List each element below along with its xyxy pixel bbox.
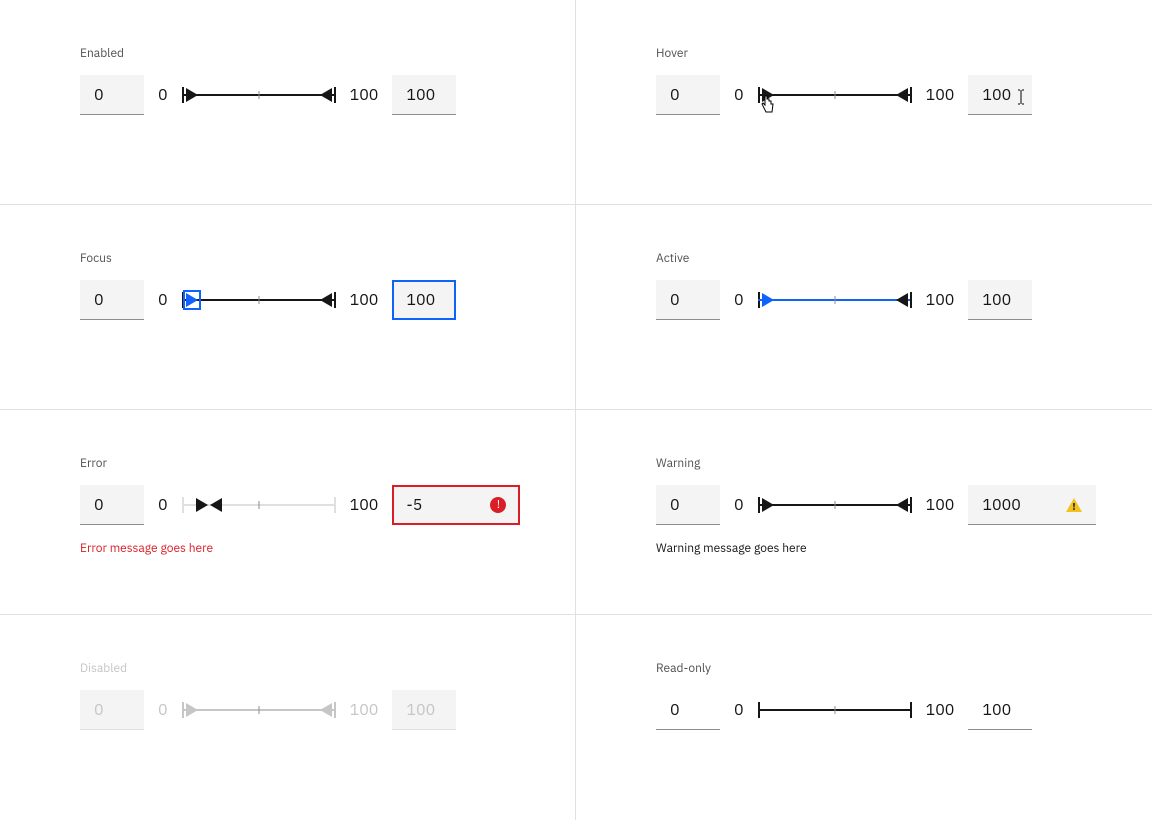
warning-icon (1066, 498, 1082, 512)
handle-upper[interactable] (320, 293, 332, 307)
track-stop-right (334, 87, 336, 103)
slider-track[interactable] (758, 83, 912, 107)
min-input[interactable]: 0 (656, 485, 720, 525)
track-stop-right (334, 292, 336, 308)
track-stop-right (910, 702, 912, 718)
handle-lower[interactable] (762, 88, 774, 102)
slider-row: 0 0 100 100 (80, 75, 575, 115)
state-enabled: Enabled 0 0 100 100 (0, 0, 576, 205)
state-error: Error 0 0 100 -5 ! Error message goes he… (0, 410, 576, 615)
slider-track[interactable] (182, 83, 336, 107)
text-cursor-icon (1016, 89, 1026, 109)
slider-row: 0 0 100 100 (80, 280, 575, 320)
slider-row: 0 0 100 100 (656, 280, 1152, 320)
min-input[interactable]: 0 (80, 75, 144, 115)
slider-row: 0 0 100 100 (80, 690, 575, 730)
min-scale-label: 0 (158, 290, 168, 310)
track-tick (258, 706, 259, 714)
min-input[interactable]: 0 (80, 485, 144, 525)
slider-row: 0 0 100 1000 (656, 485, 1152, 525)
state-label: Hover (656, 46, 1152, 61)
state-active: Active 0 0 100 100 (576, 205, 1152, 410)
track-tick (834, 501, 835, 509)
slider-track[interactable] (182, 493, 336, 517)
max-input[interactable]: 100 (968, 75, 1032, 115)
min-scale-label: 0 (734, 495, 744, 515)
min-scale-label: 0 (734, 290, 744, 310)
slider-row: 0 0 100 100 (656, 75, 1152, 115)
track-stop-right (910, 292, 912, 308)
state-disabled: Disabled 0 0 100 100 (0, 615, 576, 820)
max-input: 100 (392, 690, 456, 730)
handle-upper[interactable] (320, 88, 332, 102)
state-focus: Focus 0 0 100 100 (0, 205, 576, 410)
min-input[interactable]: 0 (656, 75, 720, 115)
max-scale-label: 100 (926, 700, 955, 720)
slider-track (182, 698, 336, 722)
track-stop-right (910, 87, 912, 103)
state-readonly: Read-only 0 0 100 100 (576, 615, 1152, 820)
track-tick (834, 91, 835, 99)
max-input[interactable]: 100 (392, 280, 456, 320)
slider-track[interactable] (758, 288, 912, 312)
slider-track[interactable] (758, 493, 912, 517)
max-input[interactable]: 100 (392, 75, 456, 115)
min-scale-label: 0 (158, 700, 168, 720)
handle-upper[interactable] (896, 88, 908, 102)
error-message: Error message goes here (80, 541, 575, 556)
handle-upper[interactable] (210, 498, 222, 512)
state-label: Focus (80, 251, 575, 266)
state-label: Warning (656, 456, 1152, 471)
min-input: 0 (656, 690, 720, 730)
handle-lower[interactable] (196, 498, 208, 512)
slider-track (758, 698, 912, 722)
max-input[interactable]: 100 (968, 280, 1032, 320)
max-scale-label: 100 (926, 290, 955, 310)
min-scale-label: 0 (158, 495, 168, 515)
slider-row: 0 0 100 100 (656, 690, 1152, 730)
track-tick (258, 296, 259, 304)
handle-lower[interactable] (762, 498, 774, 512)
max-input[interactable]: -5 ! (392, 485, 520, 525)
warning-message: Warning message goes here (656, 541, 1152, 556)
state-label: Disabled (80, 661, 575, 676)
slider-track[interactable] (182, 288, 336, 312)
min-input[interactable]: 0 (656, 280, 720, 320)
min-scale-label: 0 (158, 85, 168, 105)
track-tick (258, 501, 259, 509)
max-input: 100 (968, 690, 1032, 730)
track-tick (834, 296, 835, 304)
handle-lower[interactable] (186, 293, 198, 307)
track-tick (258, 91, 259, 99)
error-icon: ! (490, 497, 506, 513)
min-input[interactable]: 0 (80, 280, 144, 320)
track-stop-right (910, 497, 912, 513)
max-scale-label: 100 (350, 290, 379, 310)
max-scale-label: 100 (926, 85, 955, 105)
track-tick (834, 706, 835, 714)
min-scale-label: 0 (734, 700, 744, 720)
state-label: Error (80, 456, 575, 471)
handle-lower[interactable] (762, 293, 774, 307)
state-label: Enabled (80, 46, 575, 61)
track-stop-right (334, 497, 336, 513)
handle-upper (320, 703, 332, 717)
state-warning: Warning 0 0 100 1000 Warning message goe… (576, 410, 1152, 615)
state-hover: Hover 0 0 100 100 (576, 0, 1152, 205)
handle-lower (186, 703, 198, 717)
min-scale-label: 0 (734, 85, 744, 105)
handle-upper[interactable] (896, 293, 908, 307)
max-scale-label: 100 (926, 495, 955, 515)
handle-lower[interactable] (186, 88, 198, 102)
handle-upper[interactable] (896, 498, 908, 512)
max-scale-label: 100 (350, 495, 379, 515)
track-stop-right (334, 702, 336, 718)
slider-row: 0 0 100 -5 ! (80, 485, 575, 525)
max-scale-label: 100 (350, 85, 379, 105)
state-label: Active (656, 251, 1152, 266)
max-input[interactable]: 1000 (968, 485, 1096, 525)
state-label: Read-only (656, 661, 1152, 676)
max-scale-label: 100 (350, 700, 379, 720)
min-input: 0 (80, 690, 144, 730)
